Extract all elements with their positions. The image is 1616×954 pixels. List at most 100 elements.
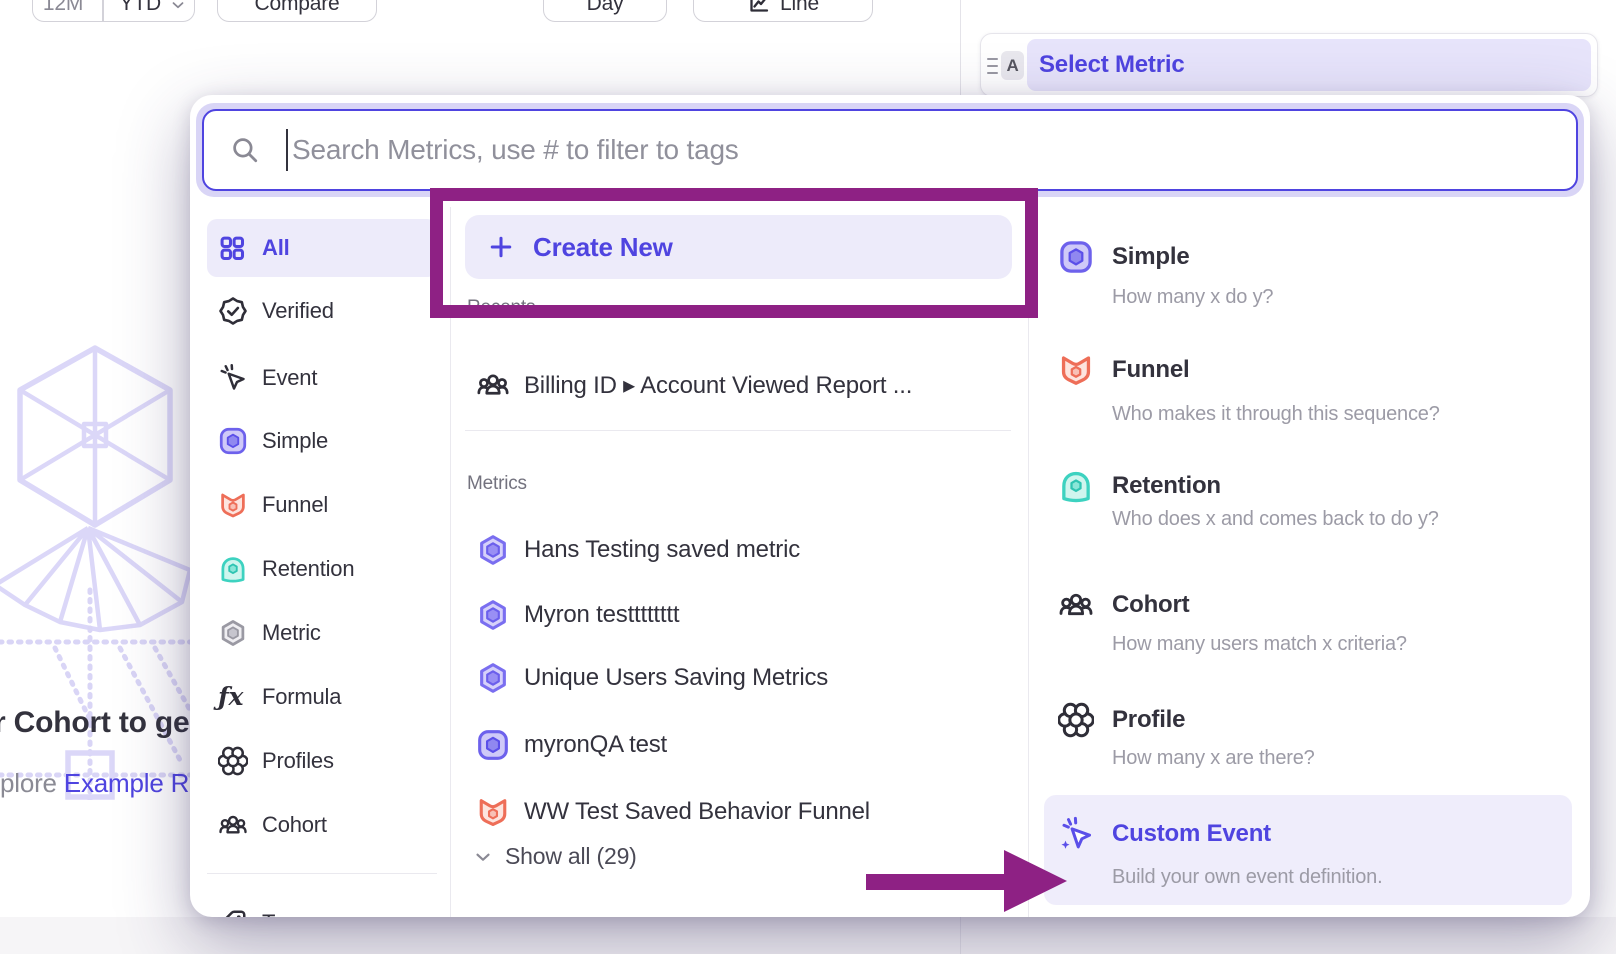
simple-metric-icon [476, 728, 510, 762]
show-all-label: Show all (29) [505, 843, 637, 870]
sidebar-item-verified[interactable]: Verified [207, 289, 437, 333]
type-profile-description: How many x are there? [1112, 744, 1315, 772]
range-ytd-label: YTD [120, 0, 161, 16]
sidebar-item-cohort[interactable]: Cohort [207, 803, 437, 847]
segment-divider [102, 0, 104, 21]
panel-divider [960, 917, 961, 954]
sidebar-item-retention[interactable]: Retention [207, 547, 437, 591]
example-link[interactable]: Example R [64, 768, 189, 798]
funnel-icon [218, 490, 248, 520]
metric-item-label: Unique Users Saving Metrics [524, 664, 828, 692]
sidebar-item-label: Metric [262, 620, 321, 646]
sidebar-item-label: Formula [262, 684, 341, 710]
grid-icon [218, 234, 248, 262]
annotation-rectangle [430, 188, 1038, 318]
chart-type-label: Line [780, 0, 819, 16]
sidebar-divider [207, 873, 437, 874]
series-a-badge: A [1001, 51, 1024, 80]
explore-text-fragment: plore [0, 768, 57, 798]
sidebar-item-label: Retention [262, 556, 354, 582]
sidebar-item-label: Simple [262, 428, 328, 454]
metric-list-item[interactable]: myronQA test [476, 723, 1016, 767]
sidebar-item-all[interactable]: All [207, 219, 437, 277]
section-divider [465, 430, 1011, 431]
profiles-cluster-icon [1058, 702, 1094, 738]
metric-list-item[interactable]: WW Test Saved Behavior Funnel [476, 790, 1016, 834]
metric-row-card: A Select Metric [980, 33, 1598, 97]
chevron-down-icon [472, 846, 494, 868]
sidebar-item-tags[interactable]: Tags [207, 901, 437, 917]
type-cohort[interactable]: Cohort [1112, 589, 1189, 621]
type-custom-event[interactable]: Custom Event [1112, 818, 1271, 850]
compare-label: Compare [255, 0, 340, 16]
background-heading-fragment: r Cohort to ge [0, 706, 190, 740]
sidebar-item-label: Cohort [262, 812, 327, 838]
recent-item-label: Billing ID ▸ Account Viewed Report ... [524, 371, 912, 400]
metric-list-item[interactable]: Hans Testing saved metric [476, 528, 1016, 572]
app-window: 12M YTD Compare Day Line A Select Metric [0, 0, 1616, 954]
type-funnel-description: Who makes it through this sequence? [1112, 400, 1440, 428]
metric-item-label: myronQA test [524, 731, 667, 759]
chart-type-line-button[interactable]: Line [693, 0, 873, 22]
metrics-section-label: Metrics [467, 473, 527, 495]
select-metric-button[interactable]: Select Metric [1027, 39, 1591, 91]
type-funnel[interactable]: Funnel [1112, 354, 1189, 386]
range-ytd-button[interactable]: YTD [113, 0, 195, 21]
annotation-arrow [858, 845, 1073, 917]
sidebar-item-metric[interactable]: Metric [207, 611, 437, 655]
event-cursor-icon [218, 363, 248, 393]
metric-item-label: WW Test Saved Behavior Funnel [524, 798, 870, 826]
show-all-button[interactable]: Show all (29) [472, 843, 637, 870]
compare-button[interactable]: Compare [217, 0, 377, 22]
simple-metric-icon [1058, 239, 1094, 275]
page-bottom-strip [0, 917, 1616, 954]
retention-icon [218, 554, 248, 584]
granularity-label: Day [587, 0, 624, 16]
metric-item-label: Hans Testing saved metric [524, 536, 800, 564]
saved-metric-icon [476, 661, 510, 695]
search-icon [230, 135, 260, 165]
select-metric-label: Select Metric [1039, 51, 1184, 79]
recent-item[interactable]: Billing ID ▸ Account Viewed Report ... [476, 363, 1016, 407]
type-profile[interactable]: Profile [1112, 704, 1185, 736]
metric-list-item[interactable]: Myron testttttttt [476, 593, 1016, 637]
type-simple-description: How many x do y? [1112, 283, 1273, 311]
type-retention-description: Who does x and comes back to do y? [1112, 505, 1439, 533]
verified-badge-icon [218, 296, 248, 326]
date-range-control[interactable]: 12M YTD [32, 0, 195, 22]
range-12m-button[interactable]: 12M [33, 0, 93, 21]
text-caret [286, 129, 288, 171]
sidebar-item-profiles[interactable]: Profiles [207, 739, 437, 783]
metric-list-item[interactable]: Unique Users Saving Metrics [476, 656, 1016, 700]
type-simple[interactable]: Simple [1112, 241, 1190, 273]
retention-icon [1058, 468, 1094, 504]
range-12m-label: 12M [43, 0, 83, 16]
tag-icon [218, 908, 248, 917]
sidebar-item-funnel[interactable]: Funnel [207, 483, 437, 527]
granularity-day-button[interactable]: Day [543, 0, 667, 22]
sidebar-item-label: Profiles [262, 748, 334, 774]
search-field[interactable] [202, 109, 1578, 191]
sidebar-item-label: Tags [262, 910, 308, 917]
cohort-people-icon [218, 810, 248, 840]
metric-item-label: Myron testttttttt [524, 601, 679, 629]
search-focus-ring [196, 103, 1584, 197]
sidebar-item-simple[interactable]: Simple [207, 419, 437, 463]
background-explore-line: ploreExample R [0, 768, 190, 799]
chevron-down-icon [169, 0, 187, 14]
sidebar-item-label: Verified [262, 298, 334, 324]
saved-metric-icon [476, 598, 510, 632]
type-cohort-description: How many users match x criteria? [1112, 630, 1407, 658]
cohort-people-icon [476, 368, 510, 402]
search-input[interactable] [290, 111, 1560, 189]
cohort-people-icon [1058, 587, 1094, 623]
funnel-icon [476, 795, 510, 829]
profiles-cluster-icon [218, 746, 248, 776]
sidebar-item-label: Event [262, 365, 317, 391]
simple-metric-icon [218, 426, 248, 456]
drag-handle-icon[interactable] [987, 58, 998, 78]
sidebar-item-formula[interactable]: ƒx Formula [207, 675, 437, 719]
sidebar-item-event[interactable]: Event [207, 356, 437, 400]
saved-metric-icon [476, 533, 510, 567]
type-retention[interactable]: Retention [1112, 470, 1221, 502]
